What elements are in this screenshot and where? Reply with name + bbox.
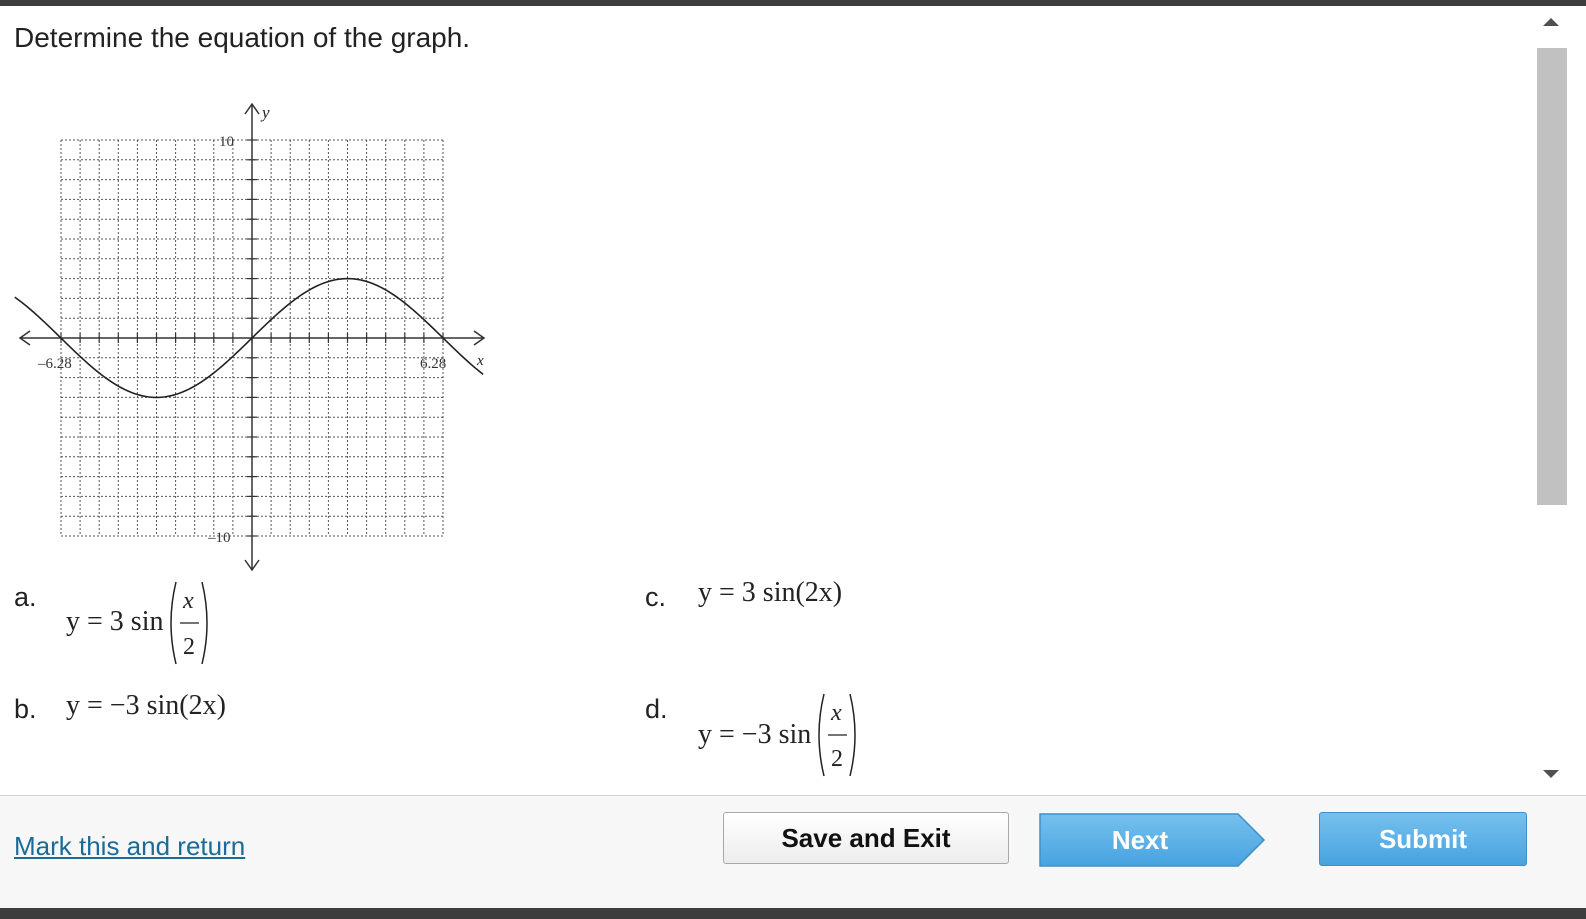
scrollbar-thumb[interactable]: [1537, 48, 1567, 505]
tick-label-x-max: 6.28: [420, 356, 446, 372]
tick-label-y-min: –10: [207, 530, 231, 546]
choice-a-letter: a.: [14, 582, 37, 612]
y-axis-label: y: [260, 103, 270, 122]
x-axis-label: x: [476, 353, 484, 369]
choice-d-equation[interactable]: y = −3 sin: [698, 719, 811, 751]
choice-d-numerator: x: [830, 700, 842, 726]
choice-d-fraction: x 2: [818, 693, 856, 777]
top-bar: [0, 0, 1586, 6]
tick-label-y-max: 10: [219, 134, 234, 150]
choice-a-fraction: x 2: [170, 581, 208, 665]
choice-b-letter: b.: [14, 694, 37, 724]
submit-button[interactable]: Submit: [1319, 812, 1527, 866]
choice-d-denominator: 2: [831, 746, 843, 772]
mark-and-return-link[interactable]: Mark this and return: [14, 831, 245, 862]
choice-a-denominator: 2: [183, 634, 195, 660]
sine-graph: y x 10 –10 –6.28 6.28: [14, 102, 486, 572]
question-text: Determine the equation of the graph.: [14, 22, 471, 53]
save-and-exit-button[interactable]: Save and Exit: [723, 812, 1009, 864]
next-button[interactable]: [1038, 812, 1266, 868]
scroll-up-arrow-icon[interactable]: [1543, 18, 1559, 26]
choice-d-letter: d.: [645, 694, 668, 724]
tick-label-x-min: –6.28: [37, 356, 72, 372]
bottom-bar: [0, 908, 1586, 919]
choice-c-letter: c.: [645, 582, 667, 612]
choice-c-equation[interactable]: y = 3 sin(2x): [698, 577, 842, 609]
choice-b-equation[interactable]: y = −3 sin(2x): [66, 690, 226, 722]
choice-a-numerator: x: [182, 588, 194, 614]
scroll-down-arrow-icon[interactable]: [1543, 770, 1559, 778]
choice-a-equation[interactable]: y = 3 sin: [66, 606, 163, 638]
